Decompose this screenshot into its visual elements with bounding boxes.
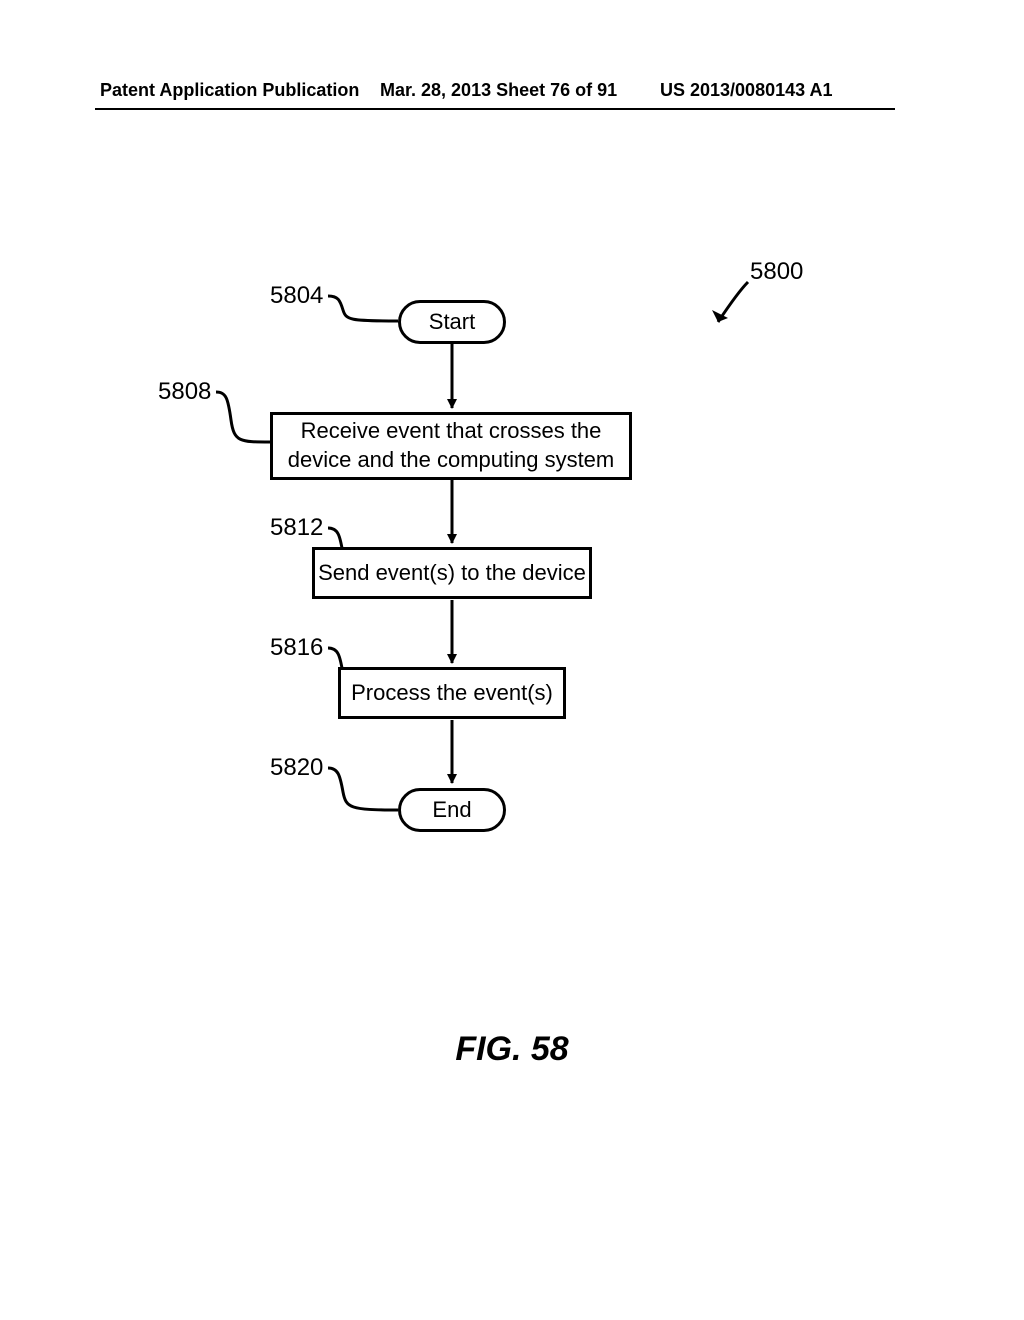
process-event-box: Process the event(s) bbox=[338, 667, 566, 719]
ref-receive: 5808 bbox=[158, 378, 211, 406]
ref-end: 5820 bbox=[270, 754, 323, 782]
flowchart-connectors bbox=[0, 0, 1024, 1320]
start-label: Start bbox=[429, 308, 475, 337]
end-label: End bbox=[432, 796, 471, 825]
send-event-box: Send event(s) to the device bbox=[312, 547, 592, 599]
process-event-text: Process the event(s) bbox=[351, 679, 553, 708]
ref-start: 5804 bbox=[270, 282, 323, 310]
start-terminator: Start bbox=[398, 300, 506, 344]
ref-overall: 5800 bbox=[750, 258, 803, 286]
send-event-text: Send event(s) to the device bbox=[318, 559, 586, 588]
ref-send: 5812 bbox=[270, 514, 323, 542]
receive-event-box: Receive event that crosses the device an… bbox=[270, 412, 632, 480]
figure-title: FIG. 58 bbox=[0, 1030, 1024, 1069]
receive-event-text: Receive event that crosses the device an… bbox=[281, 417, 621, 474]
ref-process: 5816 bbox=[270, 634, 323, 662]
end-terminator: End bbox=[398, 788, 506, 832]
